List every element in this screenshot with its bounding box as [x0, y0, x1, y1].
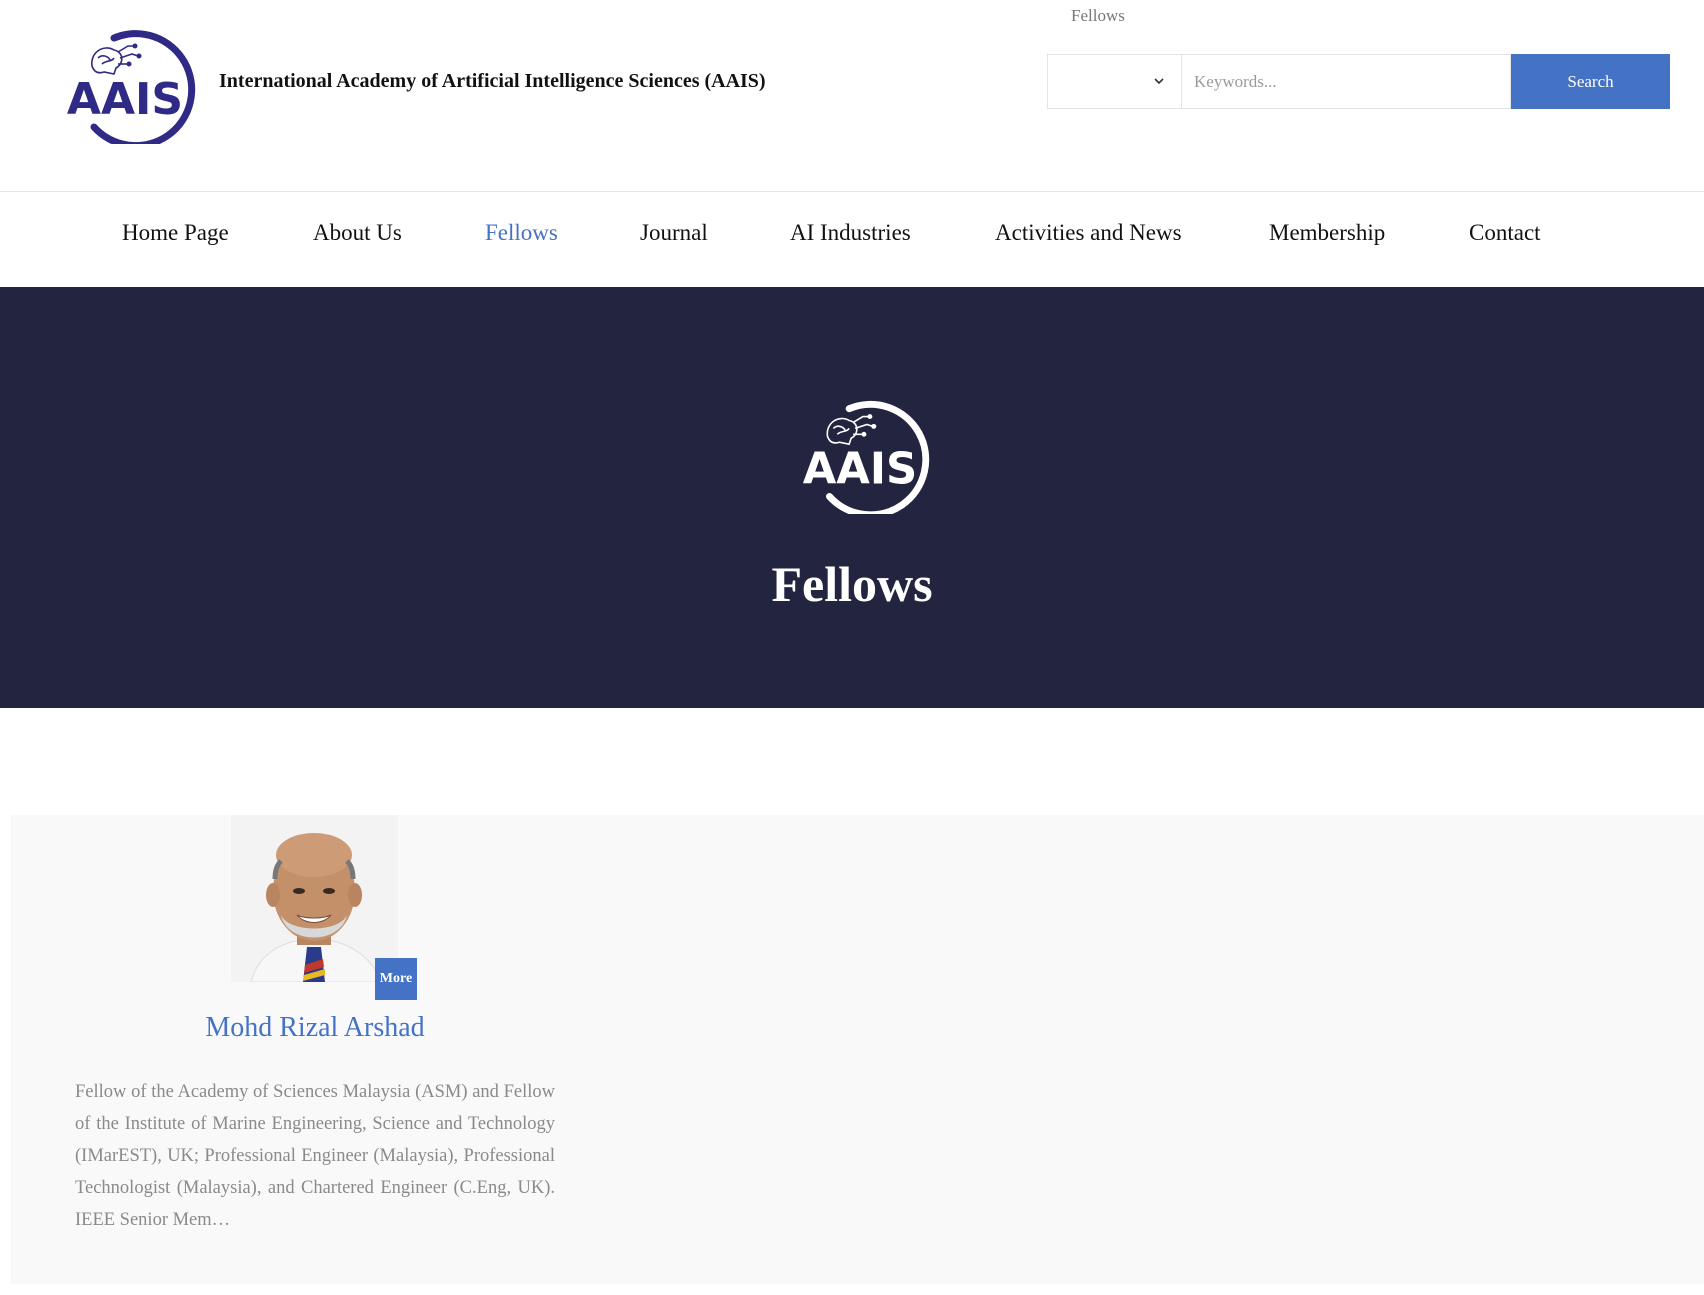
breadcrumb[interactable]: Fellows: [1071, 6, 1125, 26]
chevron-down-icon: [1154, 78, 1164, 85]
more-button[interactable]: More: [375, 958, 417, 1000]
search-input[interactable]: [1181, 54, 1511, 109]
nav-item-about-us[interactable]: About Us: [313, 220, 402, 246]
fellow-name[interactable]: Mohd Rizal Arshad: [11, 1012, 619, 1044]
nav-item-fellows[interactable]: Fellows: [485, 220, 558, 246]
portrait-image: [231, 815, 398, 982]
aais-logo[interactable]: AAIS: [54, 28, 196, 144]
nav-item-home-page[interactable]: Home Page: [122, 220, 229, 246]
nav-item-membership[interactable]: Membership: [1269, 220, 1385, 246]
fellow-photo[interactable]: [231, 815, 398, 982]
page-title: Fellows: [771, 556, 933, 612]
fellows-list: More Mohd Rizal Arshad Fellow of the Aca…: [11, 815, 1704, 1284]
site-title[interactable]: International Academy of Artificial Inte…: [219, 70, 766, 93]
search-category-select[interactable]: [1047, 54, 1181, 109]
nav-item-ai-industries[interactable]: AI Industries: [790, 220, 911, 246]
nav-item-contact[interactable]: Contact: [1469, 220, 1541, 246]
logo-text: AAIS: [67, 74, 183, 125]
search-button[interactable]: Search: [1511, 54, 1670, 109]
page-banner: AAIS Fellows: [0, 287, 1704, 708]
banner-logo-text: AAIS: [803, 445, 918, 495]
nav-item-activities-and-news[interactable]: Activities and News: [995, 220, 1182, 246]
banner-logo: AAIS: [803, 400, 930, 514]
site-header: AAIS International Academy of Artificial…: [0, 0, 1704, 192]
nav-item-journal[interactable]: Journal: [640, 220, 708, 246]
fellow-description: Fellow of the Academy of Sciences Malays…: [75, 1082, 555, 1230]
search-bar: Search: [1047, 54, 1670, 109]
main-nav: Home Page About Us Fellows Journal AI In…: [0, 192, 1704, 287]
